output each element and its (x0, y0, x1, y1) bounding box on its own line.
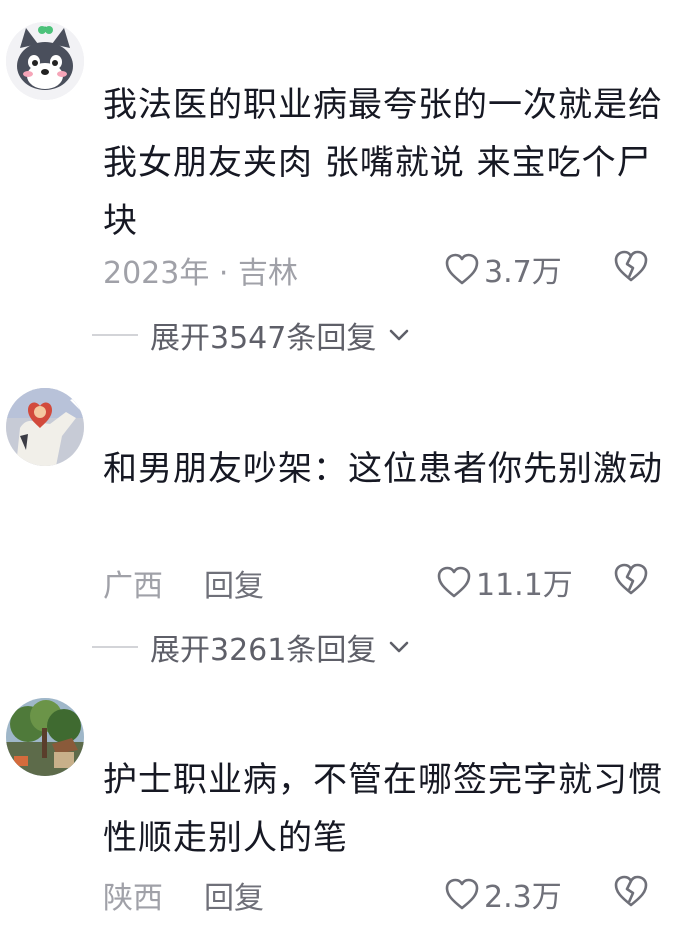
comment-meta: 广西 (103, 569, 163, 604)
comment-item: 和男朋友吵架：这位患者你先别激动 广西 回复 11.1万 展开3261条回复 (0, 370, 690, 670)
reply-button[interactable]: 回复 (204, 873, 264, 917)
chevron-down-icon (390, 641, 409, 653)
broken-heart-icon (614, 563, 648, 595)
dislike-button[interactable] (612, 249, 650, 283)
comment-text: 我法医的职业病最夸张的一次就是给我女朋友夹肉 张嘴就说 来宝吃个尸块 (103, 85, 663, 241)
like-button[interactable]: 2.3万 (444, 872, 562, 916)
dislike-button[interactable] (612, 874, 650, 908)
comment-text: 和男朋友吵架：这位患者你先别激动 (103, 449, 663, 489)
like-button[interactable]: 11.1万 (436, 560, 573, 604)
broken-heart-icon (614, 875, 648, 907)
comment-meta: 陕西 (103, 881, 163, 916)
heart-outline-icon (445, 253, 479, 285)
avatar[interactable] (6, 22, 84, 100)
comment-item: 护士职业病，不管在哪签完字就习惯性顺走别人的笔 陕西 回复 2.3万 (0, 680, 690, 928)
heart-outline-icon (445, 878, 479, 910)
comment-item: 我法医的职业病最夸张的一次就是给我女朋友夹肉 张嘴就说 来宝吃个尸块 2023年… (0, 0, 690, 360)
like-count: 3.7万 (484, 255, 562, 290)
heart-outline-icon (437, 566, 471, 598)
avatar[interactable] (6, 698, 84, 776)
like-count: 11.1万 (476, 568, 573, 603)
expand-replies-button[interactable]: 展开3261条回复 (92, 625, 410, 669)
expand-replies-label: 展开3547条回复 (150, 321, 377, 356)
divider-line (92, 646, 138, 648)
heart-character-avatar (6, 388, 84, 466)
comment-meta: 2023年 · 吉林 (103, 256, 298, 291)
comment-text: 护士职业病，不管在哪签完字就习惯性顺走别人的笔 (103, 760, 663, 858)
avatar[interactable] (6, 388, 84, 466)
like-count: 2.3万 (484, 880, 562, 915)
cartoon-wolf-avatar (6, 22, 84, 100)
reply-button[interactable]: 回复 (204, 561, 264, 605)
expand-replies-label: 展开3261条回复 (150, 633, 377, 668)
like-button[interactable]: 3.7万 (444, 247, 562, 291)
dislike-button[interactable] (612, 562, 650, 596)
divider-line (92, 334, 138, 336)
tree-scenery-avatar (6, 698, 84, 776)
broken-heart-icon (614, 250, 648, 282)
chevron-down-icon (390, 329, 409, 341)
expand-replies-button[interactable]: 展开3547条回复 (92, 313, 410, 357)
